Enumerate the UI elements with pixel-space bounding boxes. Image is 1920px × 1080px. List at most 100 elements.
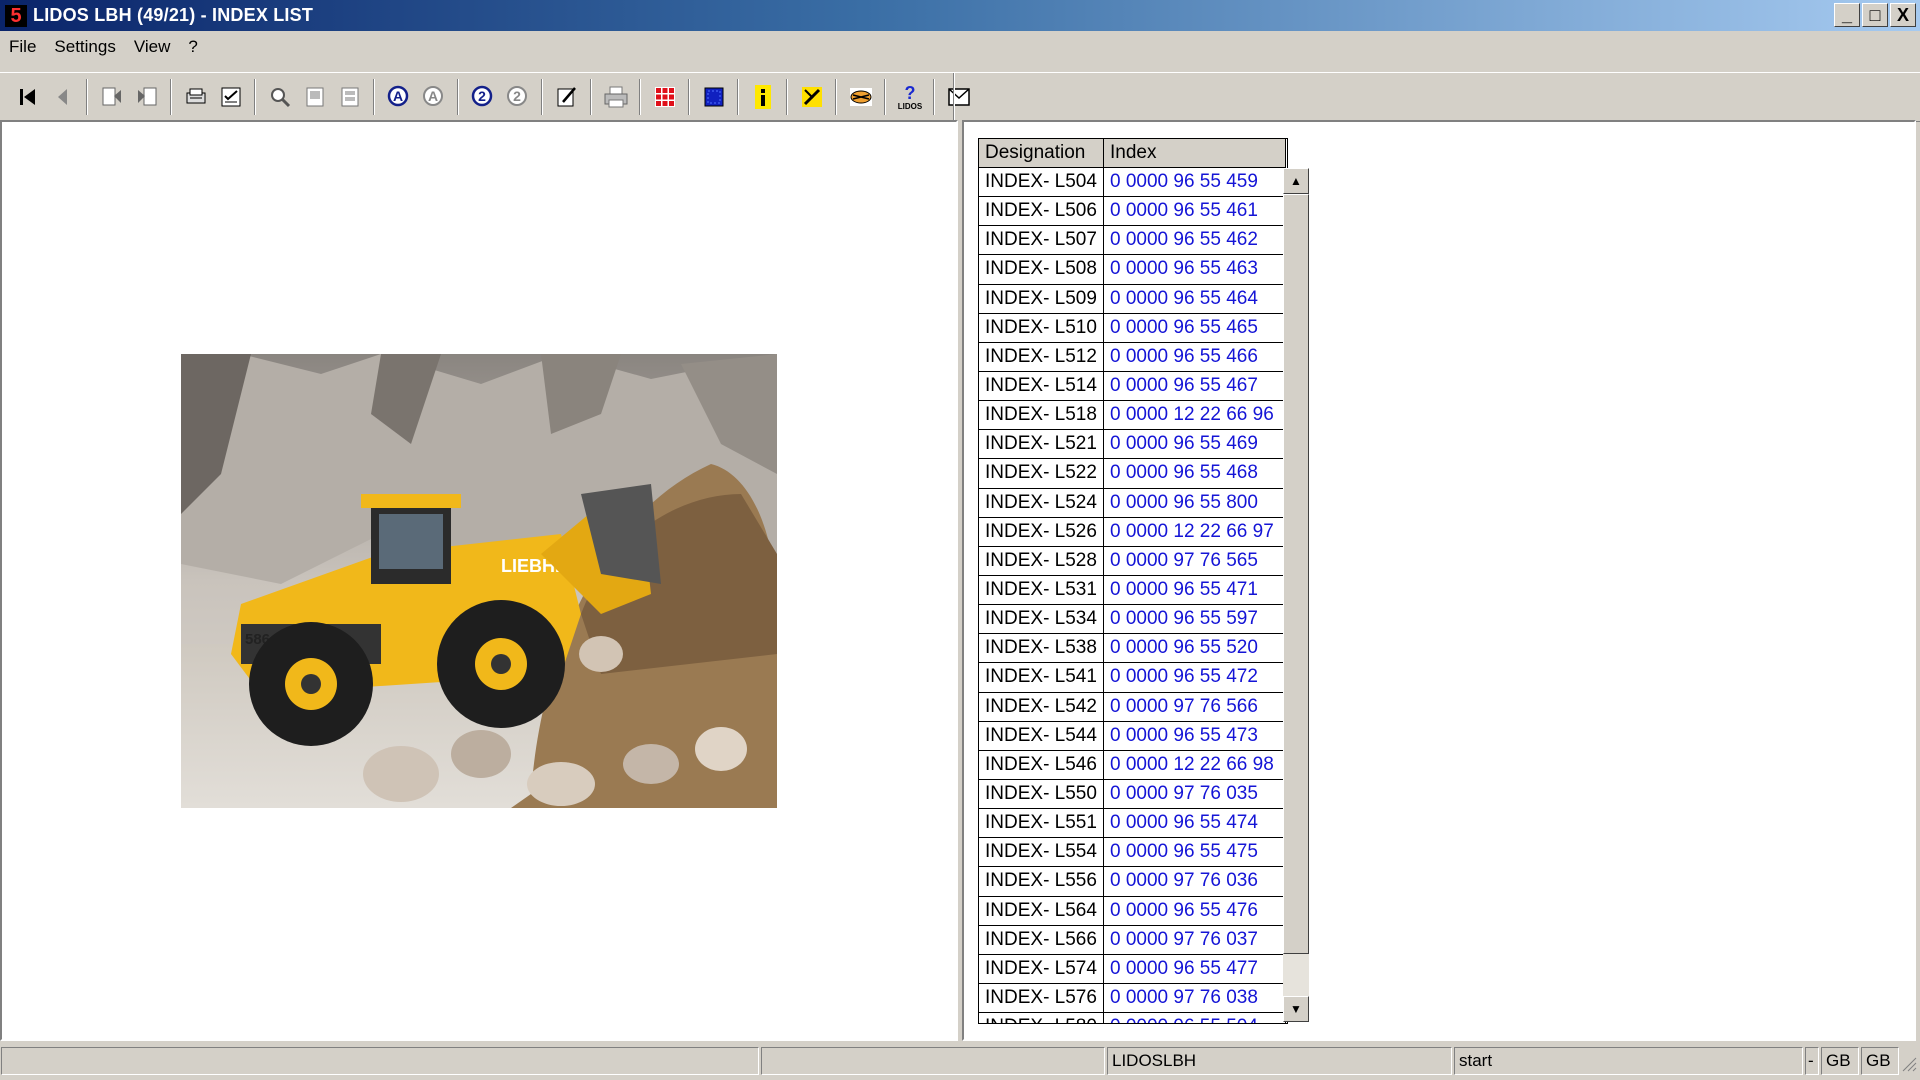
designation-cell[interactable]: INDEX- L518 xyxy=(979,401,1104,431)
table-row[interactable]: INDEX- L521 0 0000 96 55 469 xyxy=(979,430,1286,460)
menu-help[interactable]: ? xyxy=(179,37,206,57)
search-2-icon[interactable]: 2 xyxy=(467,81,499,113)
search-a-disabled-icon[interactable]: A xyxy=(418,81,450,113)
index-link[interactable]: 0 0000 96 55 477 xyxy=(1104,954,1286,984)
table-row[interactable]: INDEX- L504 0 0000 96 55 459 xyxy=(979,168,1286,198)
designation-cell[interactable]: INDEX- L514 xyxy=(979,371,1104,402)
designation-cell[interactable]: INDEX- L521 xyxy=(979,430,1104,460)
index-link[interactable]: 0 0000 96 55 466 xyxy=(1104,342,1286,372)
table-row[interactable]: INDEX- L531 0 0000 96 55 471 xyxy=(979,575,1286,606)
checklist-icon[interactable] xyxy=(215,81,247,113)
designation-cell[interactable]: INDEX- L510 xyxy=(979,313,1104,343)
previous-page-icon[interactable] xyxy=(47,81,79,113)
bookmark-forward-icon[interactable] xyxy=(131,81,163,113)
designation-cell[interactable]: INDEX- L512 xyxy=(979,342,1104,372)
table-row[interactable]: INDEX- L518 0 0000 12 22 66 96 xyxy=(979,401,1286,431)
designation-cell[interactable]: INDEX- L580 xyxy=(979,1013,1104,1023)
table-row[interactable]: INDEX- L546 0 0000 12 22 66 98 xyxy=(979,750,1286,780)
index-link[interactable]: 0 0000 12 22 66 96 xyxy=(1104,401,1286,431)
designation-cell[interactable]: INDEX- L538 xyxy=(979,634,1104,664)
table-row[interactable]: INDEX- L541 0 0000 96 55 472 xyxy=(979,663,1286,693)
designation-cell[interactable]: INDEX- L566 xyxy=(979,925,1104,955)
designation-cell[interactable]: INDEX- L506 xyxy=(979,197,1104,227)
minimize-button[interactable]: _ xyxy=(1834,3,1860,27)
table-row[interactable]: INDEX- L524 0 0000 96 55 800 xyxy=(979,488,1286,518)
scroll-thumb[interactable] xyxy=(1283,194,1309,954)
grid-icon[interactable] xyxy=(649,81,681,113)
designation-cell[interactable]: INDEX- L564 xyxy=(979,896,1104,926)
designation-cell[interactable]: INDEX- L509 xyxy=(979,284,1104,314)
edit-note-icon[interactable] xyxy=(551,81,583,113)
print-list-icon[interactable] xyxy=(180,81,212,113)
index-link[interactable]: 0 0000 12 22 66 98 xyxy=(1104,750,1286,780)
index-link[interactable]: 0 0000 96 55 464 xyxy=(1104,284,1286,314)
info-icon[interactable] xyxy=(747,81,779,113)
index-link[interactable]: 0 0000 97 76 566 xyxy=(1104,692,1286,722)
designation-cell[interactable]: INDEX- L542 xyxy=(979,692,1104,722)
search-a-icon[interactable]: A xyxy=(383,81,415,113)
index-link[interactable]: 0 0000 96 55 472 xyxy=(1104,663,1286,693)
close-button[interactable]: X xyxy=(1890,3,1916,27)
table-scrollbar[interactable]: ▲ ▼ xyxy=(1283,168,1309,1022)
maximize-button[interactable]: □ xyxy=(1862,3,1888,27)
index-link[interactable]: 0 0000 96 55 463 xyxy=(1104,255,1286,285)
designation-cell[interactable]: INDEX- L551 xyxy=(979,809,1104,839)
designation-cell[interactable]: INDEX- L556 xyxy=(979,867,1104,897)
resize-grip-icon[interactable] xyxy=(1901,1054,1917,1072)
page-view-icon[interactable] xyxy=(299,81,331,113)
index-link[interactable]: 0 0000 97 76 038 xyxy=(1104,983,1286,1014)
search-2-disabled-icon[interactable]: 2 xyxy=(502,81,534,113)
designation-cell[interactable]: INDEX- L576 xyxy=(979,983,1104,1014)
index-link[interactable]: 0 0000 97 76 036 xyxy=(1104,867,1286,897)
table-row[interactable]: INDEX- L509 0 0000 96 55 464 xyxy=(979,284,1286,314)
index-link[interactable]: 0 0000 96 55 597 xyxy=(1104,605,1286,635)
table-row[interactable]: INDEX- L551 0 0000 96 55 474 xyxy=(979,809,1286,839)
menu-settings[interactable]: Settings xyxy=(45,37,124,57)
designation-cell[interactable]: INDEX- L534 xyxy=(979,605,1104,635)
index-link[interactable]: 0 0000 96 55 465 xyxy=(1104,313,1286,343)
column-header-designation[interactable]: Designation xyxy=(979,139,1104,168)
designation-cell[interactable]: INDEX- L546 xyxy=(979,750,1104,780)
table-row[interactable]: INDEX- L514 0 0000 96 55 467 xyxy=(979,371,1286,402)
scroll-up-icon[interactable]: ▲ xyxy=(1283,168,1309,194)
index-link[interactable]: 0 0000 96 55 504 xyxy=(1104,1013,1286,1023)
printer-icon[interactable] xyxy=(600,81,632,113)
zoom-icon[interactable] xyxy=(264,81,296,113)
scroll-down-icon[interactable]: ▼ xyxy=(1283,996,1309,1022)
table-row[interactable]: INDEX- L550 0 0000 97 76 035 xyxy=(979,779,1286,810)
index-link[interactable]: 0 0000 96 55 467 xyxy=(1104,371,1286,402)
index-link[interactable]: 0 0000 96 55 459 xyxy=(1104,168,1286,198)
index-link[interactable]: 0 0000 96 55 468 xyxy=(1104,459,1286,489)
index-link[interactable]: 0 0000 96 55 461 xyxy=(1104,197,1286,227)
index-link[interactable]: 0 0000 97 76 565 xyxy=(1104,546,1286,576)
table-row[interactable]: INDEX- L574 0 0000 96 55 477 xyxy=(979,954,1286,984)
tools-icon[interactable] xyxy=(796,81,828,113)
table-row[interactable]: INDEX- L526 0 0000 12 22 66 97 xyxy=(979,517,1286,547)
designation-cell[interactable]: INDEX- L507 xyxy=(979,226,1104,256)
designation-cell[interactable]: INDEX- L504 xyxy=(979,168,1104,198)
table-row[interactable]: INDEX- L508 0 0000 96 55 463 xyxy=(979,255,1286,285)
designation-cell[interactable]: INDEX- L508 xyxy=(979,255,1104,285)
menu-file[interactable]: File xyxy=(0,37,45,57)
designation-cell[interactable]: INDEX- L544 xyxy=(979,721,1104,751)
table-row[interactable]: INDEX- L556 0 0000 97 76 036 xyxy=(979,867,1286,897)
table-row[interactable]: INDEX- L542 0 0000 97 76 566 xyxy=(979,692,1286,722)
index-link[interactable]: 0 0000 96 55 471 xyxy=(1104,575,1286,606)
table-row[interactable]: INDEX- L554 0 0000 96 55 475 xyxy=(979,838,1286,868)
table-row[interactable]: INDEX- L544 0 0000 96 55 473 xyxy=(979,721,1286,751)
table-row[interactable]: INDEX- L512 0 0000 96 55 466 xyxy=(979,342,1286,372)
designation-cell[interactable]: INDEX- L550 xyxy=(979,779,1104,810)
table-row[interactable]: INDEX- L534 0 0000 96 55 597 xyxy=(979,605,1286,635)
lidos-help-icon[interactable]: ? LIDOS xyxy=(894,81,926,113)
designation-cell[interactable]: INDEX- L522 xyxy=(979,459,1104,489)
bookmark-back-icon[interactable] xyxy=(96,81,128,113)
page-view-2-icon[interactable] xyxy=(334,81,366,113)
table-row[interactable]: INDEX- L528 0 0000 97 76 565 xyxy=(979,546,1286,576)
blue-square-icon[interactable] xyxy=(698,81,730,113)
index-link[interactable]: 0 0000 96 55 462 xyxy=(1104,226,1286,256)
table-row[interactable]: INDEX- L576 0 0000 97 76 038 xyxy=(979,983,1286,1014)
index-link[interactable]: 0 0000 96 55 475 xyxy=(1104,838,1286,868)
designation-cell[interactable]: INDEX- L524 xyxy=(979,488,1104,518)
table-row[interactable]: INDEX- L538 0 0000 96 55 520 xyxy=(979,634,1286,664)
index-link[interactable]: 0 0000 96 55 469 xyxy=(1104,430,1286,460)
